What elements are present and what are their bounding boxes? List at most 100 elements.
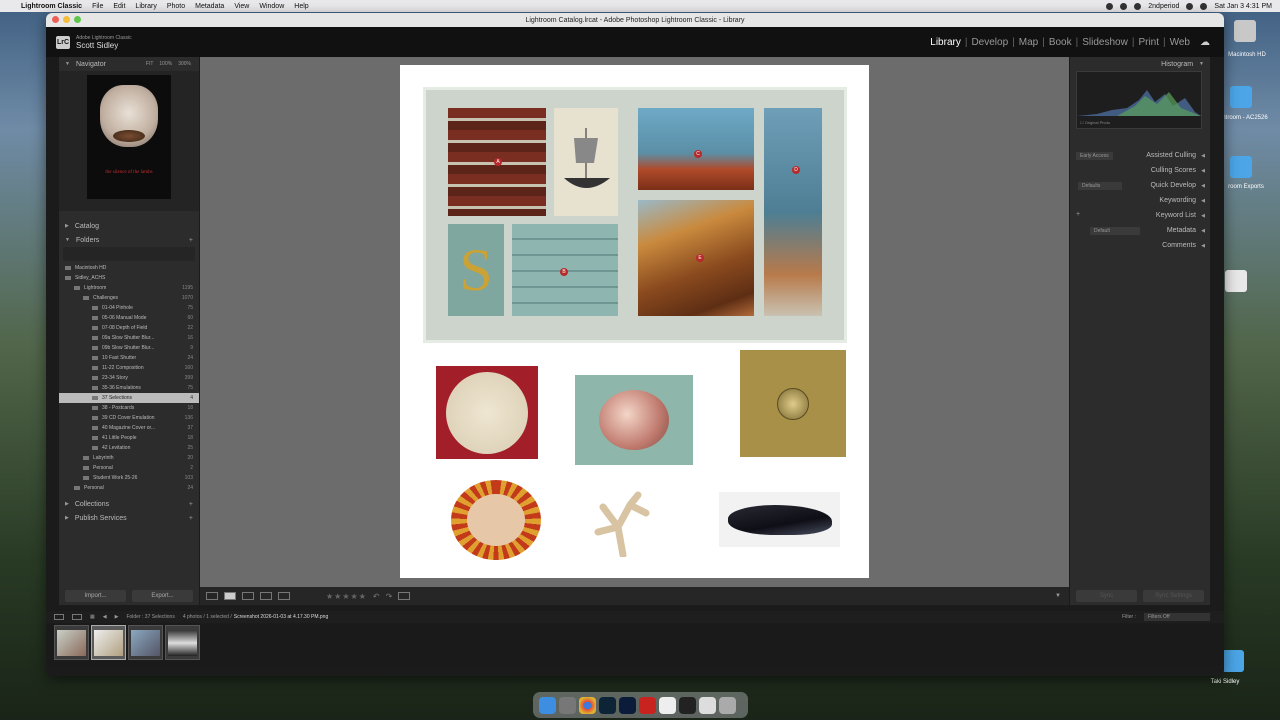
histogram-graph[interactable]: ☐ Original Photo (1076, 71, 1202, 129)
sync-button[interactable]: Sync (1076, 590, 1137, 602)
zoom-300[interactable]: 300% (178, 61, 191, 67)
menu-edit[interactable]: Edit (108, 3, 130, 10)
folder-icon[interactable] (1230, 86, 1252, 108)
culling-scores-row[interactable]: Culling Scores ◀ (1070, 164, 1210, 178)
minimize-window-icon[interactable] (63, 16, 70, 23)
module-print[interactable]: Print (1134, 37, 1163, 48)
trash-icon[interactable] (719, 696, 736, 714)
menu-view[interactable]: View (229, 3, 254, 10)
zoom-100[interactable]: 100% (159, 61, 172, 67)
assisted-culling-row[interactable]: Early Access Assisted Culling ◀ (1070, 149, 1210, 163)
forward-arrow-icon[interactable]: ▶ (115, 614, 119, 620)
folder-row[interactable]: 23-34 Story 399 (59, 373, 199, 383)
add-publish-icon[interactable]: + (189, 515, 193, 522)
folder-row[interactable]: Personal 24 (59, 483, 199, 493)
menu-app-name[interactable]: Lightroom Classic (16, 3, 87, 10)
folder-row[interactable]: 09a Slow Shutter Blur... 16 (59, 333, 199, 343)
folder-row[interactable]: 42 Levitation 25 (59, 443, 199, 453)
folder-row[interactable]: 01-04 Pinhole 75 (59, 303, 199, 313)
document-icon[interactable] (659, 696, 676, 714)
filmstrip-folder[interactable]: Folder : 37 Selections (126, 614, 174, 620)
grid-view-icon[interactable] (206, 592, 218, 600)
add-keyword-icon[interactable]: + (1076, 211, 1080, 218)
folder-row[interactable]: 10 Fast Shutter 24 (59, 353, 199, 363)
folder-row[interactable]: 11-22 Composition 160 (59, 363, 199, 373)
rotate-right-icon[interactable]: ↷ (386, 592, 393, 601)
module-web[interactable]: Web (1166, 37, 1194, 48)
folder-icon[interactable] (1222, 650, 1244, 672)
finder-icon[interactable] (539, 696, 556, 714)
folders-header[interactable]: ▼ Folders + (59, 233, 199, 247)
folder-row[interactable]: Challenges 1070 (59, 293, 199, 303)
macintosh-hd-icon[interactable] (1234, 20, 1256, 42)
terminal-icon[interactable] (679, 696, 696, 714)
import-button[interactable]: Import... (65, 590, 126, 602)
filmstrip-thumb[interactable] (165, 625, 200, 660)
volume-icon[interactable] (1120, 2, 1128, 10)
filmstrip-filename[interactable]: Screenshot 2026-01-03 at 4.17.30 PM.png (234, 614, 329, 620)
launchpad-icon[interactable] (559, 696, 576, 714)
menubar-clock[interactable]: Sat Jan 3 4:31 PM (1214, 3, 1272, 10)
acrobat-icon[interactable] (639, 696, 656, 714)
folder-row[interactable]: 05-06 Manual Mode 60 (59, 313, 199, 323)
grid-icon[interactable]: ▦ (90, 614, 95, 620)
catalog-header[interactable]: ▶ Catalog (59, 219, 199, 233)
add-collection-icon[interactable]: + (189, 501, 193, 508)
back-arrow-icon[interactable]: ◀ (103, 614, 107, 620)
screen-icon[interactable] (699, 696, 716, 714)
folder-row[interactable]: 09b Slow Shutter Blur... 9 (59, 343, 199, 353)
survey-view-icon[interactable] (260, 592, 272, 600)
module-slideshow[interactable]: Slideshow (1078, 37, 1132, 48)
wifi-icon[interactable] (1134, 2, 1142, 10)
user-name[interactable]: Scott Sidley (76, 41, 118, 50)
folder-row[interactable]: Labyrinth 20 (59, 453, 199, 463)
rotate-left-icon[interactable]: ↶ (373, 592, 380, 601)
search-icon[interactable] (1186, 2, 1194, 10)
filter-select[interactable]: Filters Off (1144, 613, 1210, 621)
original-photo-checkbox[interactable]: ☐ Original Photo (1080, 120, 1110, 125)
cloud-icon[interactable]: ☁ (1194, 37, 1210, 48)
zoom-window-icon[interactable] (74, 16, 81, 23)
folder-row[interactable]: Sidley_ACHS (59, 273, 199, 283)
photoshop-icon[interactable] (619, 696, 636, 714)
filmstrip-thumb[interactable] (128, 625, 163, 660)
folder-row[interactable]: Macintosh HD (59, 263, 199, 273)
metadata-row[interactable]: Default Metadata ◀ (1070, 224, 1210, 238)
menu-help[interactable]: Help (289, 3, 313, 10)
comments-row[interactable]: Comments ◀ (1070, 239, 1210, 253)
folder-icon[interactable] (1230, 156, 1252, 178)
folder-row[interactable]: 37 Selections 4 (59, 393, 199, 403)
add-folder-icon[interactable]: + (189, 237, 193, 244)
folder-row[interactable]: 40 Magazine Cover or... 37 (59, 423, 199, 433)
module-develop[interactable]: Develop (967, 37, 1012, 48)
saved-preset-select[interactable]: Defaults (1078, 182, 1122, 190)
folder-row[interactable]: 07-08 Depth of Field 22 (59, 323, 199, 333)
record-icon[interactable] (1106, 2, 1114, 10)
module-book[interactable]: Book (1045, 37, 1076, 48)
menu-metadata[interactable]: Metadata (190, 3, 229, 10)
export-button[interactable]: Export... (132, 590, 193, 602)
filmstrip-thumb[interactable] (91, 625, 126, 660)
toolbar-menu-chevron-icon[interactable]: ▼ (1055, 593, 1061, 599)
folder-row[interactable]: 39 CD Cover Emulation 136 (59, 413, 199, 423)
folder-search-input[interactable] (63, 247, 195, 261)
navigator-preview[interactable]: the silence of the lambs (59, 71, 199, 211)
folder-row[interactable]: 35-36 Emulations 75 (59, 383, 199, 393)
collections-header[interactable]: ▶ Collections + (59, 497, 199, 511)
folder-row[interactable]: 38 - Postcards 18 (59, 403, 199, 413)
crop-overlay-icon[interactable] (398, 592, 411, 600)
menu-window[interactable]: Window (254, 3, 289, 10)
rating-stars-icon[interactable]: ★★★★★ (326, 592, 367, 601)
loupe-view[interactable]: S A B C D E (200, 57, 1069, 587)
sync-settings-button[interactable]: Sync Settings (1143, 590, 1204, 602)
module-library[interactable]: Library (926, 37, 965, 48)
document-icon[interactable] (1225, 270, 1247, 292)
loupe-view-icon[interactable] (224, 592, 236, 600)
menu-library[interactable]: Library (130, 3, 161, 10)
second-window-icon[interactable] (72, 614, 82, 620)
compare-view-icon[interactable] (242, 592, 254, 600)
lightroom-classic-icon[interactable] (599, 696, 616, 714)
folder-row[interactable]: 41 Little People 18 (59, 433, 199, 443)
keywording-row[interactable]: Keywording ◀ (1070, 194, 1210, 208)
metadata-preset-select[interactable]: Default (1090, 227, 1140, 235)
